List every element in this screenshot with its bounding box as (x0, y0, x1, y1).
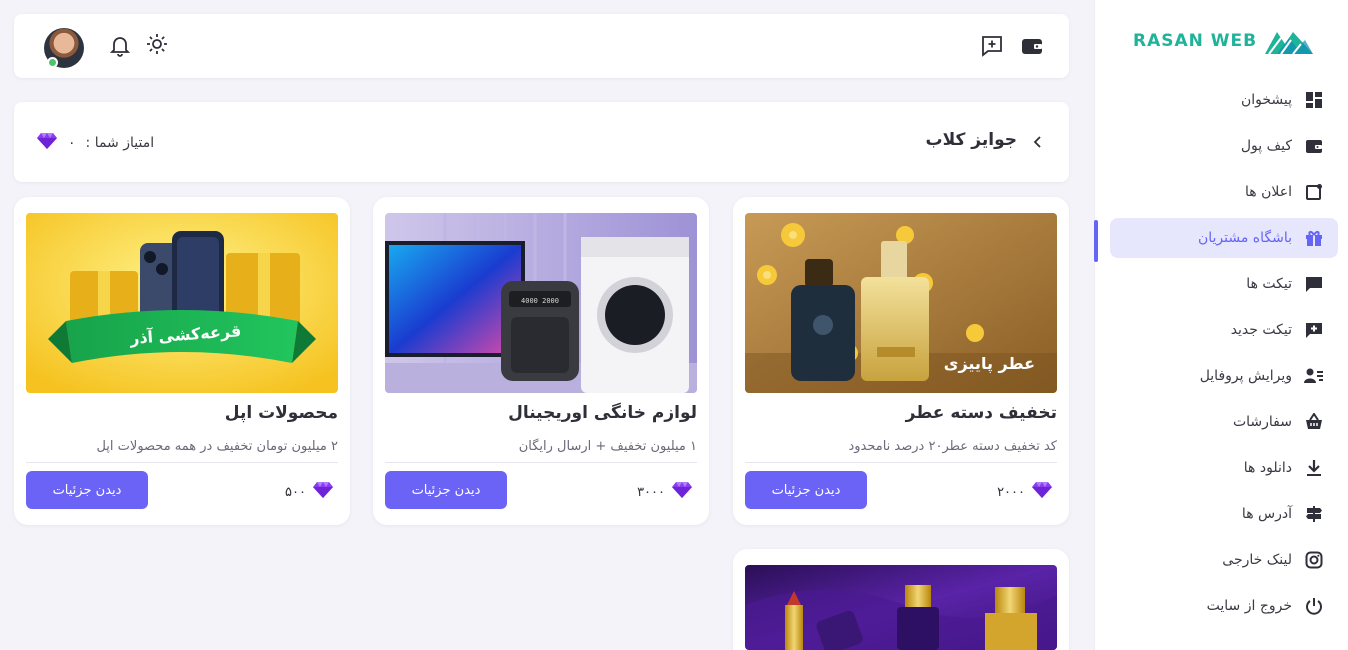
score-display: امتیاز شما : ۰ (36, 132, 154, 154)
chevron-left-icon[interactable] (1033, 134, 1043, 153)
view-details-button[interactable]: دیدن جزئیات (26, 471, 148, 509)
wallet-icon (1304, 136, 1324, 156)
sidebar-item-label: خروج از سایت (1206, 598, 1292, 614)
signpost-icon (1304, 504, 1324, 524)
sidebar-item-addresses[interactable]: آدرس ها (1110, 494, 1338, 534)
sidebar-item-label: کیف پول (1240, 138, 1292, 154)
instagram-icon (1304, 550, 1324, 570)
user-edit-icon (1304, 366, 1324, 386)
sidebar-item-tickets[interactable]: تیکت ها (1110, 264, 1338, 304)
sidebar-item-label: ویرایش پروفایل (1199, 368, 1292, 384)
sidebar-item-label: تیکت ها (1246, 276, 1292, 292)
reward-image[interactable]: قرعه‌کشی آذر (26, 213, 338, 393)
bell-icon[interactable] (108, 34, 132, 58)
reward-points: ۲۰۰۰ (997, 481, 1053, 503)
divider (745, 462, 1057, 463)
sidebar-item-label: تیکت جدید (1230, 322, 1292, 338)
gem-icon (312, 481, 334, 503)
reward-description: کد تخفیف دسته عطر۲۰ درصد نامحدود (848, 439, 1057, 454)
points-value: ۲۰۰۰ (997, 484, 1025, 500)
image-caption: عطر پاییزی (943, 354, 1035, 373)
reward-card: 4000 2000 لوازم خانگی اوریجینال ۱ میلیون… (373, 197, 709, 525)
reward-points: ۵۰۰ (285, 481, 334, 503)
sidebar-item-wallet[interactable]: کیف پول (1110, 126, 1338, 166)
active-indicator (1094, 220, 1098, 262)
logo-text: RASAN WEB (1133, 31, 1258, 51)
sidebar-item-label: لینک خارجی (1222, 552, 1292, 568)
reward-image[interactable] (745, 565, 1057, 650)
view-details-button[interactable]: دیدن جزئیات (385, 471, 507, 509)
sun-icon[interactable] (145, 32, 169, 56)
wallet-icon[interactable] (1020, 34, 1044, 58)
gift-icon (1304, 228, 1324, 248)
reward-card: قرعه‌کشی آذر محصولات اپل ۲ میلیون تومان … (14, 197, 350, 525)
reward-image[interactable]: عطر پاییزی (745, 213, 1057, 393)
view-details-button[interactable]: دیدن جزئیات (745, 471, 867, 509)
reward-title: تخفیف دسته عطر (905, 403, 1057, 423)
sidebar-item-logout[interactable]: خروج از سایت (1110, 586, 1338, 626)
sidebar-item-label: باشگاه مشتریان (1197, 230, 1292, 246)
sidebar-item-dashboard[interactable]: پیشخوان (1110, 80, 1338, 120)
logo-mark-icon (1265, 32, 1314, 55)
chat-plus-icon[interactable] (980, 34, 1004, 58)
dashboard-icon (1304, 90, 1324, 110)
svg-text:4000 2000: 4000 2000 (521, 297, 559, 305)
reward-description: ۲ میلیون تومان تخفیف در همه محصولات اپل (96, 439, 338, 454)
sidebar-item-edit-profile[interactable]: ویرایش پروفایل (1110, 356, 1338, 396)
top-bar (14, 14, 1069, 78)
power-icon (1304, 596, 1324, 616)
reward-title: لوازم خانگی اوریجینال (508, 403, 697, 423)
score-value: ۰ (68, 135, 76, 151)
sidebar-item-label: دانلود ها (1243, 460, 1292, 476)
divider (385, 462, 697, 463)
reward-card (733, 549, 1069, 650)
sidebar-item-downloads[interactable]: دانلود ها (1110, 448, 1338, 488)
score-label: امتیاز شما : (85, 135, 155, 151)
download-icon (1304, 458, 1324, 478)
basket-icon (1304, 412, 1324, 432)
page-title: جوایز کلاب (925, 130, 1018, 150)
reward-title: محصولات اپل (224, 403, 338, 423)
chat-plus-icon (1304, 320, 1324, 340)
sidebar-item-external-link[interactable]: لینک خارجی (1110, 540, 1338, 580)
sidebar-item-customer-club[interactable]: باشگاه مشتریان (1110, 218, 1338, 258)
sidebar-menu: پیشخوان کیف پول اعلان ها باشگاه مشتریان … (1110, 80, 1338, 632)
logo[interactable]: RASAN WEB (1133, 26, 1315, 56)
online-status-dot (47, 57, 58, 68)
notification-icon (1304, 182, 1324, 202)
sidebar-item-label: آدرس ها (1241, 506, 1292, 522)
gem-icon (1031, 481, 1053, 503)
reward-card: عطر پاییزی تخفیف دسته عطر کد تخفیف دسته … (733, 197, 1069, 525)
sidebar: RASAN WEB پیشخوان کیف پول اعلان ها باشگا… (1094, 0, 1348, 650)
sidebar-item-label: سفارشات (1232, 414, 1292, 430)
reward-image[interactable]: 4000 2000 (385, 213, 697, 393)
divider (26, 462, 338, 463)
sidebar-item-notifications[interactable]: اعلان ها (1110, 172, 1338, 212)
chat-icon (1304, 274, 1324, 294)
reward-points: ۳۰۰۰ (637, 481, 693, 503)
sidebar-item-label: پیشخوان (1240, 92, 1292, 108)
points-value: ۳۰۰۰ (637, 484, 665, 500)
reward-description: ۱ میلیون تخفیف + ارسال رایگان (518, 439, 697, 454)
points-value: ۵۰۰ (285, 484, 306, 500)
gem-icon (36, 132, 58, 154)
gem-icon (671, 481, 693, 503)
sidebar-item-orders[interactable]: سفارشات (1110, 402, 1338, 442)
sidebar-item-new-ticket[interactable]: تیکت جدید (1110, 310, 1338, 350)
sidebar-item-label: اعلان ها (1245, 184, 1292, 200)
club-header: جوایز کلاب امتیاز شما : ۰ (14, 102, 1069, 182)
